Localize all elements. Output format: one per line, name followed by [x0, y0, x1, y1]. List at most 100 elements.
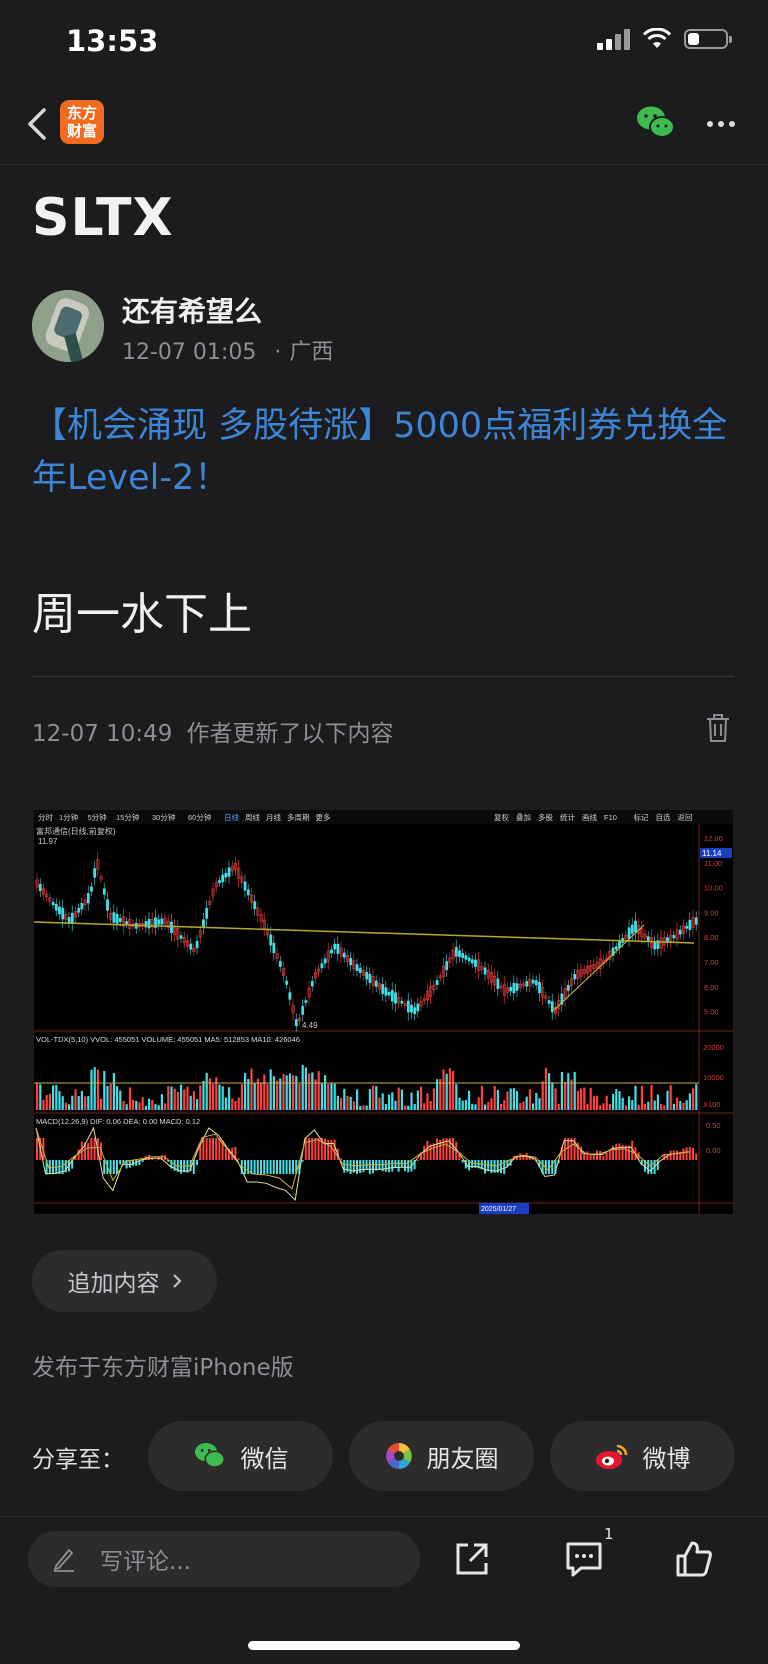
volume-bar	[404, 1106, 406, 1110]
volume-bar	[110, 1084, 112, 1110]
like-icon[interactable]	[674, 1539, 714, 1579]
candle	[247, 890, 249, 895]
volume-bar	[650, 1085, 652, 1110]
macd-bar	[244, 1160, 246, 1174]
volume-bar	[212, 1084, 214, 1110]
volume-tick: 20000	[703, 1043, 724, 1052]
comment-input[interactable]: 写评论...	[28, 1531, 420, 1587]
volume-bar	[52, 1085, 54, 1110]
volume-bar	[663, 1105, 665, 1110]
volume-bar	[186, 1087, 188, 1110]
volume-bar	[289, 1073, 291, 1110]
volume-bar	[689, 1093, 691, 1110]
candle	[55, 904, 57, 910]
macd-bar	[180, 1160, 182, 1174]
candle	[615, 947, 617, 949]
candle	[196, 941, 198, 948]
nav-bar: 东方 财富	[0, 84, 768, 165]
candle	[321, 964, 323, 968]
volume-tick: 10000	[703, 1073, 724, 1082]
more-icon[interactable]	[706, 120, 736, 128]
add-content-button[interactable]: 追加内容	[32, 1250, 217, 1312]
avatar[interactable]	[32, 290, 104, 362]
volume-bar	[138, 1102, 140, 1110]
candle	[689, 920, 691, 929]
macd-bar	[90, 1138, 92, 1160]
candle	[679, 930, 681, 934]
volume-bar	[676, 1098, 678, 1110]
chart-tool-tab: 多股	[538, 812, 553, 822]
volume-bar	[234, 1101, 236, 1110]
price-tick: 12.00	[704, 834, 723, 843]
macd-bar	[676, 1151, 678, 1160]
volume-bar	[87, 1096, 89, 1110]
macd-bar	[430, 1144, 432, 1160]
volume-bar	[292, 1075, 294, 1110]
volume-bar	[561, 1072, 563, 1110]
volume-bar	[503, 1100, 505, 1110]
candle	[113, 913, 115, 923]
macd-bar	[286, 1160, 288, 1174]
price-tick: 6.00	[704, 983, 719, 992]
brand-logo[interactable]: 东方 财富	[60, 100, 104, 144]
chart-tool-tab: F10	[604, 813, 617, 822]
volume-bar	[574, 1072, 576, 1110]
candle	[382, 984, 384, 993]
share-out-icon[interactable]	[452, 1539, 492, 1579]
candle	[631, 925, 633, 934]
volume-bar	[394, 1101, 396, 1110]
candle	[180, 936, 182, 939]
wechat-icon[interactable]	[636, 104, 676, 142]
chart-period-tab: 更多	[316, 812, 331, 822]
macd-bar	[673, 1150, 675, 1160]
volume-bar	[129, 1087, 131, 1110]
share-moments-button[interactable]: 朋友圈	[349, 1421, 534, 1491]
volume-bar	[305, 1067, 307, 1110]
promo-link[interactable]: 【机会涌现 多股待涨】5000点福利券兑换全年Level-2！	[32, 400, 732, 504]
stock-chart-image[interactable]: 分时1分钟5分钟15分钟30分钟60分钟日线周线月线多周期更多 复权叠加多股统计…	[34, 810, 733, 1214]
candle	[58, 907, 60, 914]
chart-tool-tab: 复权	[494, 812, 509, 822]
chart-tool-tab: 自选	[656, 812, 671, 822]
macd-bar	[113, 1160, 115, 1174]
volume-bar	[666, 1091, 668, 1110]
candle	[532, 980, 534, 983]
chart-tool-tab: 标记	[634, 812, 649, 822]
volume-bar	[407, 1106, 409, 1110]
volume-bar	[490, 1098, 492, 1110]
price-tick: 10.00	[704, 884, 723, 893]
price-tick: 9.00	[704, 908, 719, 917]
volume-bar	[433, 1088, 435, 1110]
comment-icon[interactable]	[564, 1539, 604, 1579]
macd-bar	[570, 1138, 572, 1160]
volume-bar	[318, 1071, 320, 1110]
macd-bar	[686, 1147, 688, 1160]
battery-icon	[684, 29, 728, 49]
volume-bar	[542, 1081, 544, 1110]
macd-tick: 0.50	[706, 1121, 721, 1130]
candle	[391, 990, 393, 1001]
volume-bar	[660, 1104, 662, 1110]
volume-bar	[586, 1104, 588, 1110]
candle	[484, 968, 486, 974]
volume-bar	[593, 1096, 595, 1110]
share-wechat-label: 微信	[241, 1439, 289, 1474]
volume-bar	[106, 1086, 108, 1110]
candle	[516, 984, 518, 991]
volume-bar	[538, 1098, 540, 1110]
chart-tool-tab: 画线	[582, 812, 597, 822]
back-icon[interactable]	[20, 102, 56, 146]
volume-bar	[439, 1079, 441, 1110]
macd-bar	[612, 1146, 614, 1160]
share-weibo-button[interactable]: 微博	[550, 1421, 735, 1491]
chart-period-tab: 日线	[224, 812, 239, 822]
candle	[471, 960, 473, 963]
share-wechat-button[interactable]: 微信	[148, 1421, 333, 1491]
volume-bar	[551, 1082, 553, 1110]
author-name[interactable]: 还有希望么	[122, 290, 262, 330]
candle	[446, 962, 448, 970]
volume-bar	[135, 1101, 137, 1110]
volume-bar	[270, 1069, 272, 1110]
candle	[218, 880, 220, 882]
trash-icon[interactable]	[704, 712, 732, 744]
